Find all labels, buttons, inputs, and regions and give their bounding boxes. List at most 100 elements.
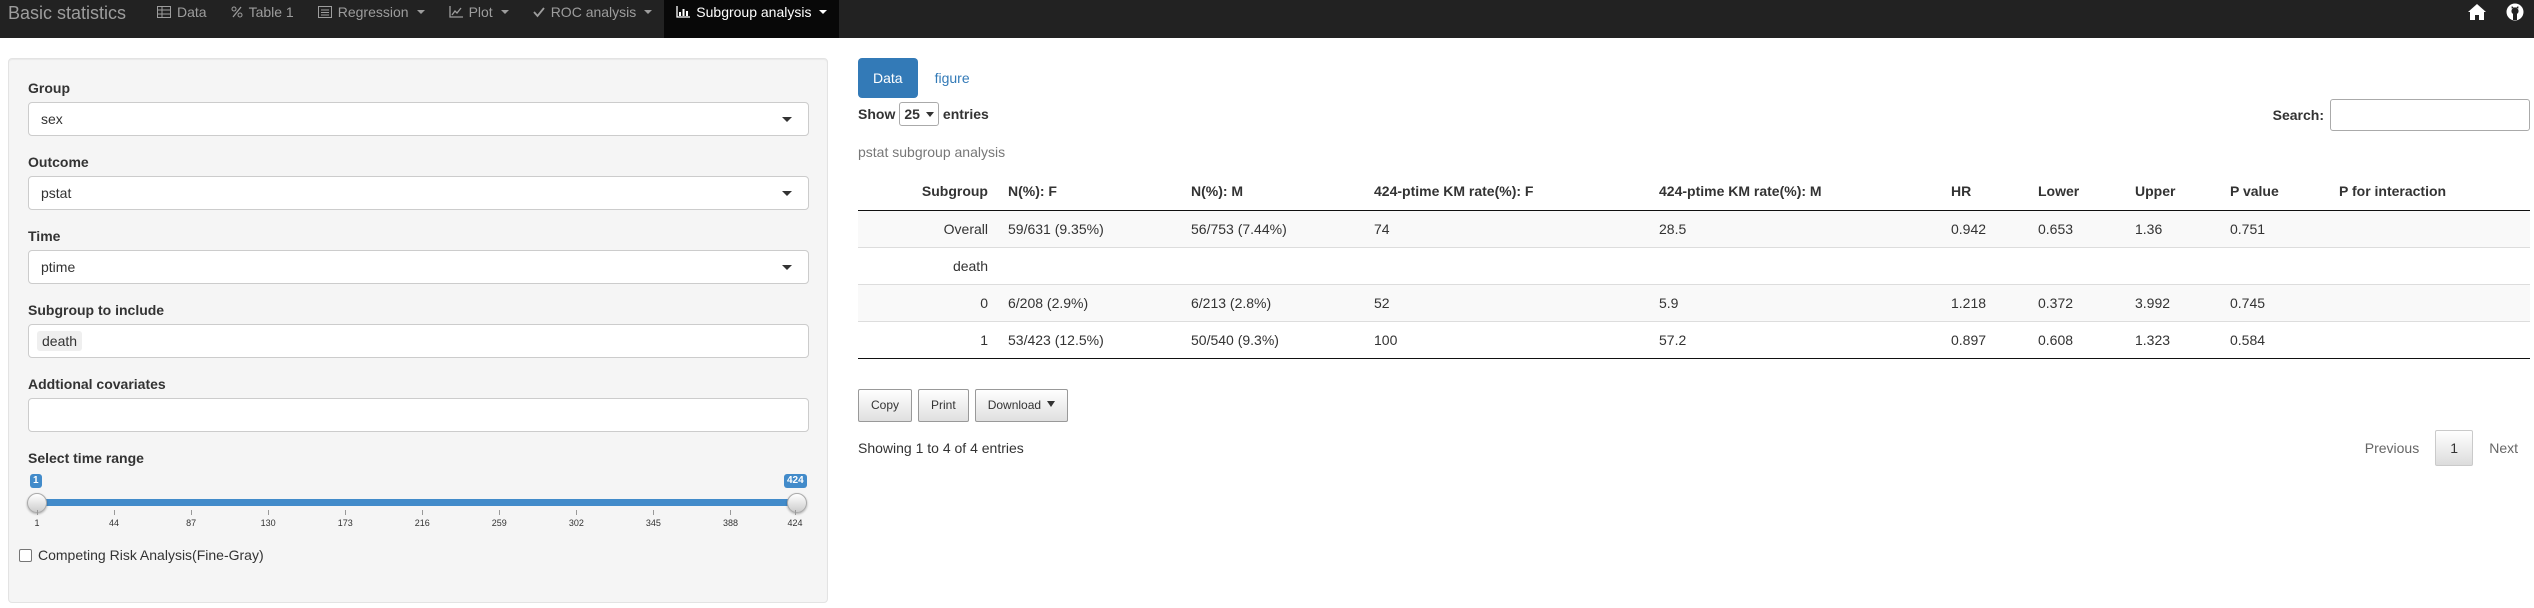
table-cell: 6/213 (2.8%) — [1181, 283, 1364, 321]
column-header[interactable]: P value — [2220, 172, 2329, 211]
caret-down-icon — [819, 10, 828, 14]
table-cell — [1941, 246, 2028, 284]
column-header[interactable]: 424-ptime KM rate(%): M — [1649, 172, 1941, 211]
slider-tick — [730, 510, 732, 515]
next-page-button[interactable]: Next — [2477, 430, 2530, 466]
slider-tick-label: 302 — [568, 518, 584, 528]
home-button[interactable] — [2458, 0, 2496, 24]
column-header[interactable]: Subgroup — [858, 172, 998, 211]
table-cell: 50/540 (9.3%) — [1181, 320, 1364, 359]
table-cell: 0.897 — [1941, 320, 2028, 359]
nav-right-icons — [2458, 0, 2534, 38]
competing-risk-checkbox[interactable] — [19, 548, 32, 562]
competing-risk-row: Competing Risk Analysis(Fine-Gray) — [19, 547, 264, 563]
table-cell: 0.653 — [2028, 209, 2125, 247]
time-select[interactable]: ptime — [28, 250, 809, 284]
table-cell: 0.751 — [2220, 209, 2329, 247]
tab-figure[interactable]: figure — [920, 58, 985, 98]
column-header[interactable]: N(%): M — [1181, 172, 1364, 211]
slider-tick — [653, 510, 655, 515]
table-cell: 1.323 — [2125, 320, 2220, 359]
slider-tick — [795, 510, 796, 515]
table-cell: 100 — [1364, 320, 1649, 359]
table-cell — [2329, 209, 2530, 247]
slider-to-label: 424 — [784, 474, 807, 488]
slider-tick-label: 87 — [186, 518, 197, 528]
nav-item-label: Regression — [337, 4, 409, 20]
show-label: Show — [858, 106, 896, 122]
nav-item-table1[interactable]: Table 1 — [219, 0, 306, 38]
table-cell: Overall — [858, 209, 998, 247]
slider-tick-label: 1 — [34, 518, 40, 528]
nav-item-plot[interactable]: Plot — [437, 0, 521, 38]
table-row: death — [858, 246, 2530, 284]
table-cell: death — [858, 246, 998, 284]
outcome-select-value: pstat — [41, 185, 72, 201]
slider-tick-label: 259 — [491, 518, 507, 528]
list-alt-icon — [317, 6, 332, 18]
github-button[interactable] — [2496, 0, 2534, 24]
table-header-row: Subgroup N(%): F N(%): M 424-ptime KM ra… — [858, 172, 2530, 211]
group-select[interactable]: sex — [28, 102, 809, 136]
slider-tick-label: 388 — [722, 518, 738, 528]
slider-tick — [37, 510, 38, 515]
slider-tick — [191, 510, 193, 515]
table-cell: 28.5 — [1649, 209, 1941, 247]
tab-data[interactable]: Data — [858, 58, 918, 98]
table-cell: 59/631 (9.35%) — [998, 209, 1181, 247]
search-input[interactable] — [2330, 99, 2530, 131]
column-header[interactable]: Lower — [2028, 172, 2125, 211]
covariates-multiselect[interactable] — [28, 398, 809, 432]
entries-length-control: Show 25 entries — [858, 101, 989, 127]
nav-menu: Data Table 1 Regression Plot ROC analysi… — [145, 0, 840, 38]
copy-button[interactable]: Copy — [858, 389, 913, 422]
subgroup-label: Subgroup to include — [28, 302, 165, 318]
competing-risk-label[interactable]: Competing Risk Analysis(Fine-Gray) — [38, 547, 264, 563]
table-cell — [1649, 246, 1941, 284]
copy-button-label: Copy — [871, 398, 900, 412]
table-cell: 56/753 (7.44%) — [1181, 209, 1364, 247]
column-header[interactable]: 424-ptime KM rate(%): F — [1364, 172, 1649, 211]
entries-select[interactable]: 25 — [899, 102, 939, 126]
slider-bar[interactable] — [36, 499, 796, 506]
nav-item-roc-analysis[interactable]: ROC analysis — [521, 0, 665, 38]
table-cell — [998, 246, 1181, 284]
table-cell: 1 — [858, 320, 998, 359]
table-cell: 0.745 — [2220, 283, 2329, 321]
top-navbar: Basic statistics Data Table 1 Regression… — [0, 0, 2534, 38]
nav-item-subgroup-analysis[interactable]: Subgroup analysis — [664, 0, 840, 38]
column-header[interactable]: P for interaction — [2329, 172, 2530, 211]
app-brand[interactable]: Basic statistics — [8, 0, 126, 38]
nav-item-label: Data — [177, 4, 207, 20]
print-button[interactable]: Print — [918, 389, 969, 422]
column-header[interactable]: N(%): F — [998, 172, 1181, 211]
group-label: Group — [28, 80, 70, 96]
table-cell: 1.218 — [1941, 283, 2028, 321]
outcome-select[interactable]: pstat — [28, 176, 809, 210]
previous-page-button[interactable]: Previous — [2353, 430, 2431, 466]
table-icon — [157, 6, 171, 18]
subgroup-tag[interactable]: death — [37, 331, 83, 351]
download-button[interactable]: Download — [974, 389, 1069, 422]
percent-icon — [231, 6, 243, 18]
caret-down-icon — [1047, 400, 1056, 407]
page-1-button[interactable]: 1 — [2435, 430, 2474, 466]
table-cell — [1181, 246, 1364, 284]
slider-from-label: 1 — [30, 474, 42, 488]
nav-item-label: Table 1 — [248, 4, 294, 20]
nav-item-regression[interactable]: Regression — [306, 0, 437, 38]
search-label: Search: — [2272, 107, 2324, 123]
table-row: 1 53/423 (12.5%) 50/540 (9.3%) 100 57.2 0.897… — [858, 320, 2530, 359]
column-header[interactable]: HR — [1941, 172, 2028, 211]
table-row: 0 6/208 (2.9%) 6/213 (2.8%) 52 5.9 1.218 0.372… — [858, 283, 2530, 321]
slider-to-handle[interactable] — [787, 493, 807, 513]
column-header[interactable]: Upper — [2125, 172, 2220, 211]
caret-down-icon — [500, 10, 509, 14]
subgroup-multiselect[interactable]: death — [28, 324, 809, 358]
entries-select-value: 25 — [904, 106, 920, 122]
slider-tick-label: 173 — [337, 518, 353, 528]
nav-item-data[interactable]: Data — [145, 0, 219, 38]
table-cell — [2028, 246, 2125, 284]
pagination: Previous 1 Next — [2353, 430, 2530, 466]
outcome-label: Outcome — [28, 154, 89, 170]
